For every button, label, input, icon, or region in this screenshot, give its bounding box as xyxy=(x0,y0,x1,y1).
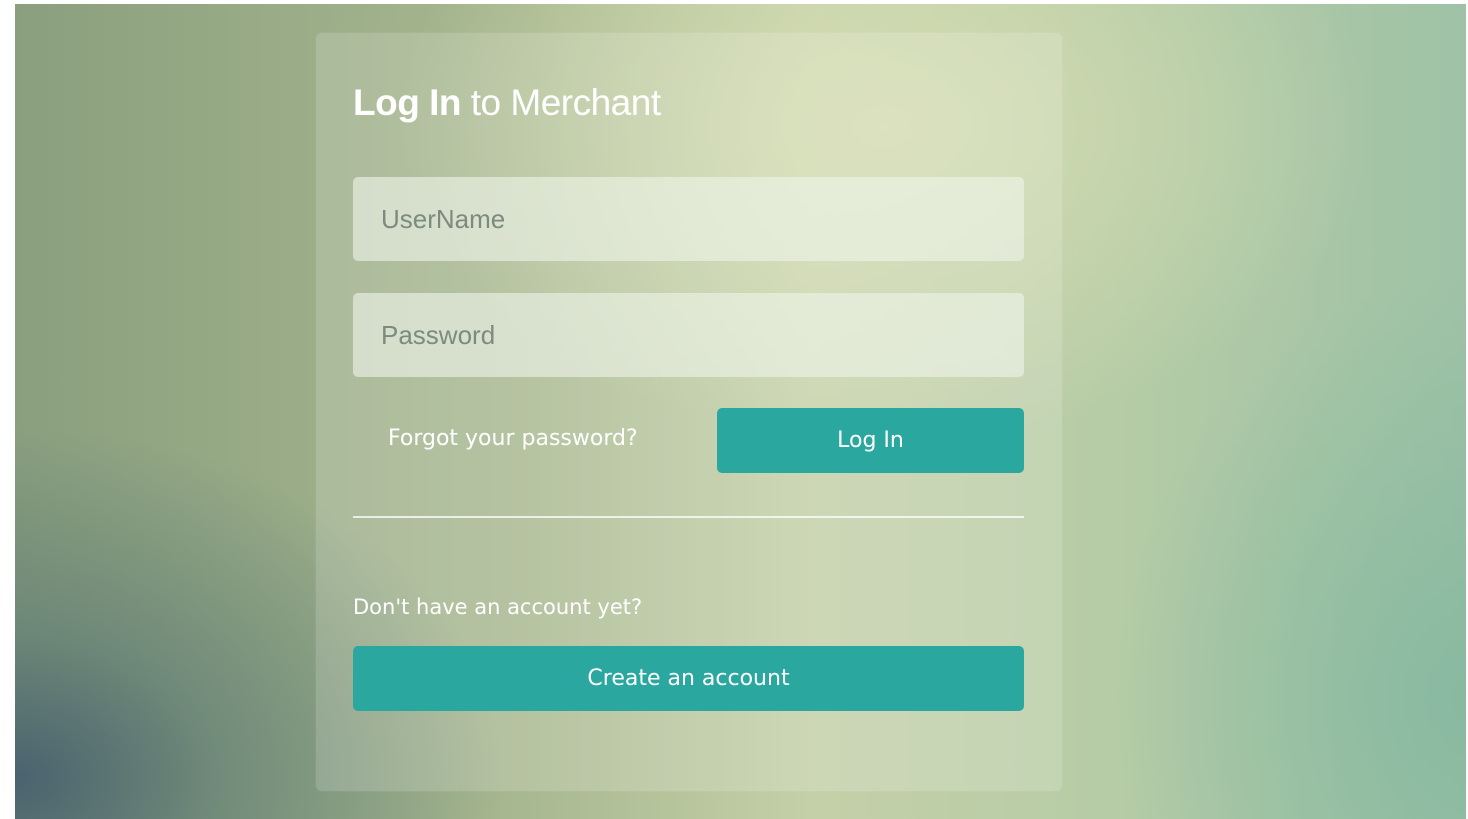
create-account-button[interactable]: Create an account xyxy=(353,646,1024,711)
page-title: Log In to Merchant xyxy=(353,82,661,124)
username-input[interactable] xyxy=(353,177,1024,261)
forgot-password-link[interactable]: Forgot your password? xyxy=(388,426,638,451)
divider xyxy=(353,516,1024,518)
title-strong: Log In xyxy=(353,82,461,123)
login-button[interactable]: Log In xyxy=(717,408,1024,473)
title-rest: to Merchant xyxy=(460,82,661,123)
password-input[interactable] xyxy=(353,293,1024,377)
no-account-label: Don't have an account yet? xyxy=(353,595,643,619)
